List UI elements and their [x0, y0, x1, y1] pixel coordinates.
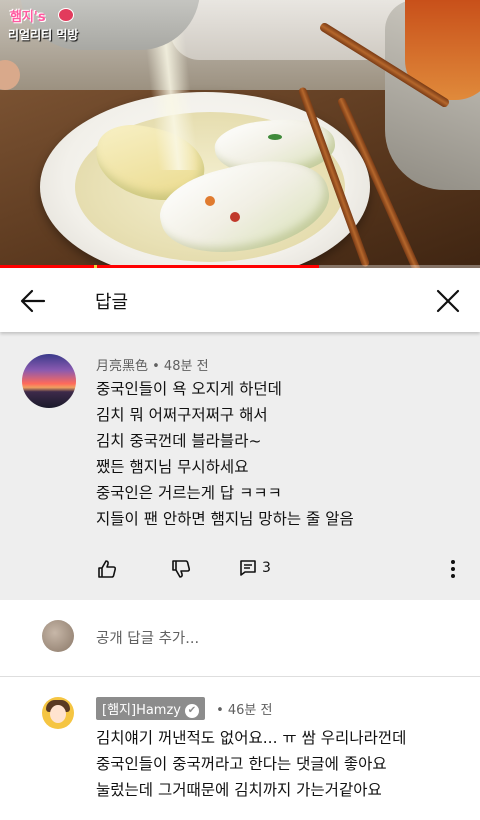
video-pepper: [205, 196, 215, 206]
comment-line: 김치 중국껀데 블라블라~: [96, 432, 262, 450]
reply-avatar[interactable]: [42, 697, 74, 729]
reply-time: • 46분 전: [216, 703, 273, 718]
channel-logo-tagline: 리얼리티 먹방: [8, 28, 79, 42]
back-button[interactable]: [18, 287, 48, 315]
comment-text: 중국인들이 욕 오지게 하던데 김치 뭐 어쩌구저쩌구 해서 김치 중국껀데 블…: [96, 376, 354, 532]
video-progress-marker: [93, 265, 97, 268]
comment-icon: [240, 560, 256, 576]
comment-line: 지들이 팬 안하면 햄지님 망하는 줄 알음: [96, 510, 354, 528]
add-reply-input[interactable]: 공개 답글 추가...: [96, 627, 199, 648]
comment-line: 쨌든 햄지님 무시하세요: [96, 458, 249, 476]
close-icon: [436, 289, 460, 313]
comment-line: 중국인들이 욕 오지게 하던데: [96, 380, 282, 398]
comment-actions: 3: [96, 558, 466, 582]
reply-line: 김치얘기 꺼낸적도 없어요... ㅠ 쌈 우리나라껀데: [96, 729, 407, 747]
reply-item: [햄지]Hamzy ✔ • 46분 전 김치얘기 꺼낸적도 없어요... ㅠ 쌈 …: [0, 677, 480, 820]
video-hand: [0, 60, 20, 90]
channel-logo: 햄지's 리얼리티 먹방: [6, 4, 102, 44]
comment-line: 김치 뭐 어쩌구저쩌구 해서: [96, 406, 268, 424]
dislike-button[interactable]: [170, 558, 192, 580]
video-progress-bar[interactable]: [0, 265, 480, 268]
page-title: 답글: [95, 292, 129, 313]
close-button[interactable]: [434, 287, 462, 315]
reply-header: [햄지]Hamzy ✔ • 46분 전: [96, 697, 273, 720]
video-progress-fill: [0, 265, 320, 268]
channel-logo-mouth-icon: [58, 8, 74, 22]
reply-count: 3: [262, 560, 271, 576]
video-pepper: [230, 212, 240, 222]
reply-count-button[interactable]: 3: [238, 558, 278, 580]
reply-line: 중국인들이 중국꺼라고 한다는 댓글에 좋아요: [96, 755, 387, 773]
comment-author-line: 月亮黑色 • 48분 전: [96, 359, 209, 374]
reply-avatar-face: [50, 705, 66, 723]
add-reply-bar: 공개 답글 추가...: [0, 600, 480, 677]
video-player[interactable]: 햄지's 리얼리티 먹방: [0, 0, 480, 268]
thumbs-up-icon: [98, 560, 117, 578]
more-vertical-icon: [451, 560, 455, 578]
channel-logo-name: 햄지's: [10, 10, 46, 25]
more-options-button[interactable]: [446, 558, 460, 580]
replies-header: 답글: [0, 269, 480, 332]
reply-author-badge[interactable]: [햄지]Hamzy ✔: [96, 697, 205, 720]
comment-avatar[interactable]: [22, 354, 76, 408]
reply-line: 눌렀는데 그거때문에 김치까지 가는거같아요: [96, 781, 382, 799]
user-avatar: [42, 620, 74, 652]
video-pepper: [268, 134, 282, 140]
parent-comment: 月亮黑色 • 48분 전 중국인들이 욕 오지게 하던데 김치 뭐 어쩌구저쩌구…: [0, 332, 480, 600]
arrow-left-icon: [20, 289, 46, 313]
reply-author: [햄지]Hamzy: [102, 703, 181, 718]
like-button[interactable]: [96, 558, 118, 580]
comment-line: 중국인은 거르는게 답 ㅋㅋㅋ: [96, 484, 282, 502]
verified-check-icon: ✔: [185, 703, 199, 718]
reply-text: 김치얘기 꺼낸적도 없어요... ㅠ 쌈 우리나라껀데 중국인들이 중국꺼라고 …: [96, 725, 406, 803]
thumbs-down-icon: [172, 560, 191, 578]
